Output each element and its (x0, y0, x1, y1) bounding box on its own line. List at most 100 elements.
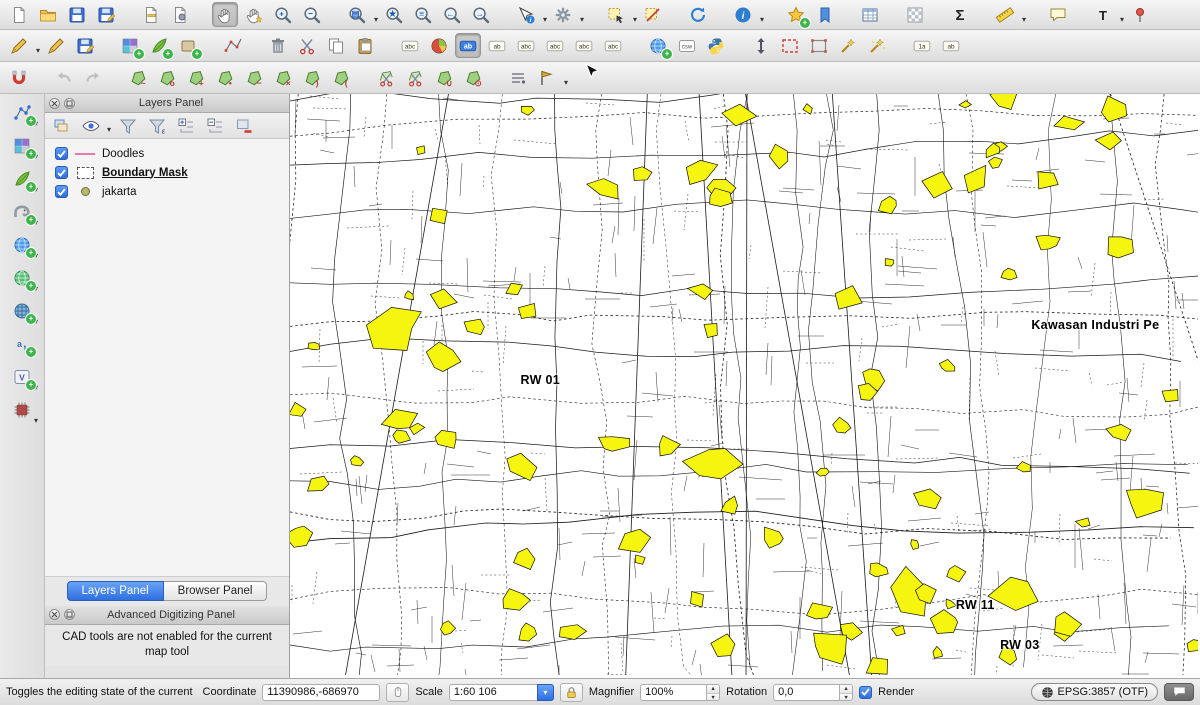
deselect-features-button[interactable] (640, 2, 666, 27)
new-print-composer-button[interactable] (138, 2, 164, 27)
merge-features-button[interactable]: ∪ (431, 65, 457, 90)
filter-by-expression-button[interactable]: ε (144, 115, 169, 137)
project-new-button[interactable] (6, 2, 32, 27)
gps-tools-button[interactable] (9, 397, 35, 422)
add-delimited-text-layer-button[interactable]: a, (9, 331, 35, 356)
style-wand-button[interactable] (835, 33, 861, 58)
layer-item-boundary-mask[interactable]: Boundary Mask (45, 163, 289, 182)
composer-manager-button[interactable] (167, 2, 193, 27)
magnifier-input[interactable] (640, 684, 706, 701)
zoom-to-layer-button[interactable]: ≡ (410, 2, 436, 27)
add-virtual-layer-button[interactable]: V (9, 364, 35, 389)
redo-button[interactable] (80, 65, 106, 90)
crs-button[interactable]: EPSG:3857 (OTF) (1031, 683, 1158, 701)
add-group-button[interactable] (49, 115, 74, 137)
offset-curve-button[interactable]: ( (328, 65, 354, 90)
zoom-in-button[interactable]: + (270, 2, 296, 27)
metasearch-button[interactable] (645, 33, 671, 58)
cut-features-button[interactable] (294, 33, 320, 58)
refresh-map-button[interactable] (685, 2, 711, 27)
undo-button[interactable] (51, 65, 77, 90)
zoom-out-button[interactable]: − (299, 2, 325, 27)
annotation-extent-button[interactable] (777, 33, 803, 58)
rotate-label-button[interactable]: abc (571, 33, 597, 58)
identify-features-button[interactable]: i (513, 2, 539, 27)
rotate-feature-button[interactable]: ⊙ (460, 65, 486, 90)
rotation-input[interactable] (773, 684, 839, 701)
snapping-options-button[interactable] (6, 65, 32, 90)
new-shapefile-layer-button[interactable] (117, 33, 143, 58)
show-bookmarks-button[interactable] (812, 2, 838, 27)
new-geopackage-layer-button[interactable] (175, 33, 201, 58)
delete-selected-button[interactable] (265, 33, 291, 58)
layers-panel-float-icon[interactable] (64, 98, 75, 109)
text-annotation-button[interactable]: T (1090, 2, 1116, 27)
add-ring-button[interactable]: o (154, 65, 180, 90)
simplify-feature-button[interactable]: ~ (125, 65, 151, 90)
csw-services-button[interactable]: csw (674, 33, 700, 58)
copy-features-button[interactable] (323, 33, 349, 58)
rotation-step-buttons[interactable]: ▲▼ (839, 684, 853, 701)
add-wcs-layer-button[interactable] (9, 298, 35, 323)
pan-to-selection-button[interactable] (241, 2, 267, 27)
style-wand-alt-button[interactable] (864, 33, 890, 58)
remove-layer-button[interactable] (231, 115, 256, 137)
coordinate-capture-button[interactable] (386, 683, 409, 702)
label-settings-button[interactable]: 1a (909, 33, 935, 58)
reshape-features-button[interactable]: ) (299, 65, 325, 90)
add-part-button[interactable]: + (183, 65, 209, 90)
statistics-summary-button[interactable]: Σ (947, 2, 973, 27)
highlight-pinned-labels-button[interactable]: ab (455, 33, 481, 58)
manage-map-themes-button[interactable] (78, 115, 103, 137)
open-attribute-table-button[interactable] (857, 2, 883, 27)
collapse-all-button[interactable] (202, 115, 227, 137)
pin-labels-button[interactable] (1127, 2, 1153, 27)
node-tool-button[interactable] (220, 33, 246, 58)
delete-ring-button[interactable]: − (241, 65, 267, 90)
expand-all-button[interactable] (173, 115, 198, 137)
run-feature-action-button[interactable] (550, 2, 576, 27)
render-checkbox[interactable] (859, 686, 872, 699)
scale-input[interactable] (449, 684, 537, 701)
field-calculator-button[interactable] (902, 2, 928, 27)
scale-dropdown-button[interactable]: ▾ (537, 684, 554, 701)
split-features-button[interactable] (373, 65, 399, 90)
tab-layers-panel[interactable]: Layers Panel (67, 581, 164, 601)
pin-unpin-labels-button[interactable]: ab (484, 33, 510, 58)
measure-line-button[interactable] (992, 2, 1018, 27)
change-label-button[interactable]: abc (600, 33, 626, 58)
layer-boundary-mask-checkbox[interactable] (55, 166, 68, 179)
zoom-full-button[interactable]: ▤ (344, 2, 370, 27)
add-wms-layer-button[interactable] (9, 232, 35, 257)
add-raster-layer-button[interactable] (9, 133, 35, 158)
add-postgis-layer-button[interactable] (9, 199, 35, 224)
adp-close-icon[interactable] (49, 609, 60, 620)
coordinate-input[interactable] (262, 684, 380, 701)
layers-panel-close-icon[interactable] (49, 98, 60, 109)
label-properties-button[interactable]: ab (938, 33, 964, 58)
add-vector-layer-button[interactable] (9, 100, 35, 125)
project-save-button[interactable] (64, 2, 90, 27)
messages-button[interactable] (1164, 683, 1194, 701)
add-spatialite-layer-button[interactable] (9, 166, 35, 191)
filter-legend-button[interactable] (115, 115, 140, 137)
adp-float-icon[interactable] (64, 609, 75, 620)
fill-ring-button[interactable]: • (212, 65, 238, 90)
layer-item-jakarta[interactable]: jakarta (45, 182, 289, 201)
new-spatialite-layer-button[interactable] (146, 33, 172, 58)
magnifier-step-buttons[interactable]: ▲▼ (706, 684, 720, 701)
zoom-next-button[interactable]: → (468, 2, 494, 27)
paste-features-button[interactable] (352, 33, 378, 58)
layer-labeling-options-button[interactable]: abc (397, 33, 423, 58)
layer-item-doodles[interactable]: Doodles (45, 144, 289, 163)
layer-jakarta-checkbox[interactable] (55, 185, 68, 198)
trace-lines-button[interactable] (505, 65, 531, 90)
vertex-swap-button[interactable] (748, 33, 774, 58)
python-console-button[interactable] (703, 33, 729, 58)
scale-lock-button[interactable] (560, 683, 583, 702)
show-hide-labels-button[interactable]: abc (513, 33, 539, 58)
split-parts-button[interactable] (402, 65, 428, 90)
current-edits-button[interactable] (6, 33, 32, 58)
map-canvas[interactable]: RW 01RW 11RW 03Kawasan Industri Pe (290, 94, 1200, 678)
select-features-button[interactable] (603, 2, 629, 27)
